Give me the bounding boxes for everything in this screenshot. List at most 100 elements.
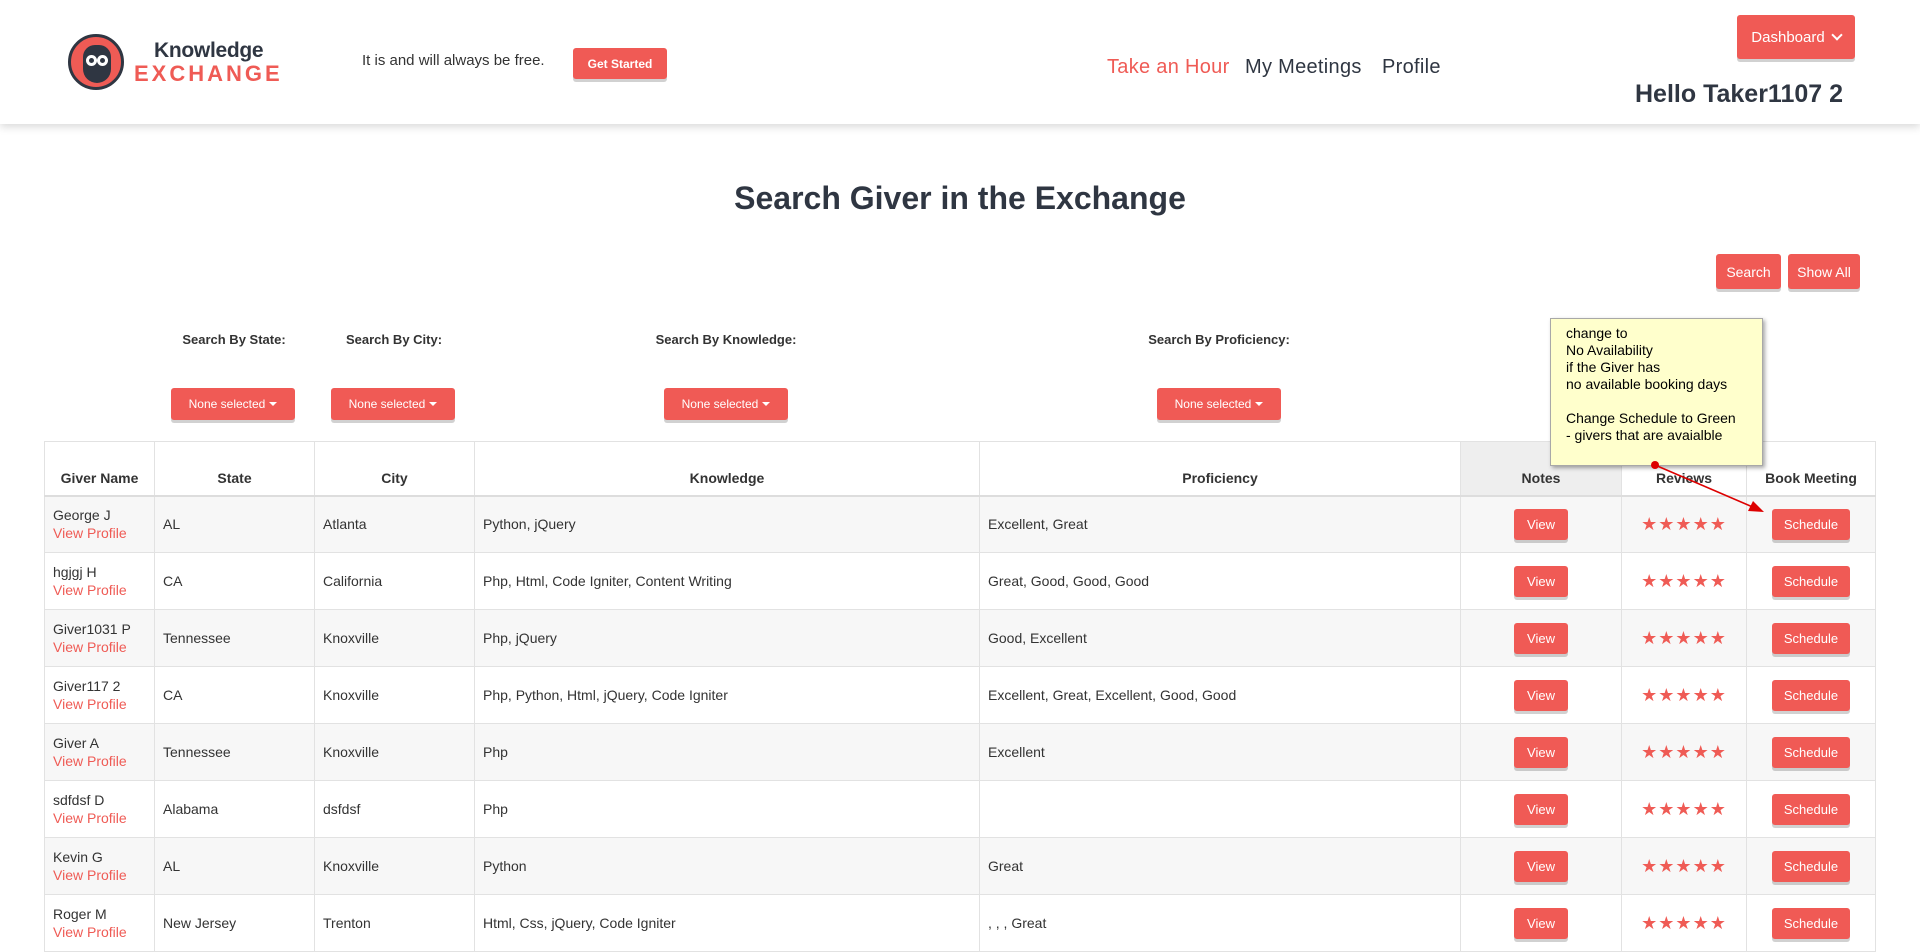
cell-reviews: ★★★★★ [1621,837,1747,895]
cell-book-meeting: Schedule [1746,780,1876,838]
view-notes-button[interactable]: View [1514,508,1568,540]
nav-take-an-hour[interactable]: Take an Hour [1107,56,1230,79]
view-notes-button[interactable]: View [1514,679,1568,711]
cell-proficiency: , , , Great [979,894,1461,952]
view-profile-link[interactable]: View Profile [53,753,146,769]
search-button[interactable]: Search [1716,254,1781,289]
cell-giver: Roger M View Profile [44,894,155,952]
caret-down-icon [429,402,438,406]
filter-knowledge-dropdown[interactable]: None selected [664,388,788,420]
cell-reviews: ★★★★★ [1621,495,1747,553]
view-profile-link[interactable]: View Profile [53,525,146,541]
col-knowledge[interactable]: Knowledge [474,441,980,497]
view-notes-button[interactable]: View [1514,850,1568,882]
filter-knowledge-label: Search By Knowledge: [655,332,797,347]
cell-knowledge: Html, Css, jQuery, Code Igniter [474,894,980,952]
caret-down-icon [269,402,278,406]
filter-proficiency-dropdown[interactable]: None selected [1157,388,1281,420]
cell-notes: View [1460,552,1622,610]
filter-proficiency-label: Search By Proficiency: [1148,332,1290,347]
cell-giver: George J View Profile [44,495,155,553]
cell-proficiency: Good, Excellent [979,609,1461,667]
show-all-button[interactable]: Show All [1788,254,1860,289]
cell-knowledge: Php, Html, Code Igniter, Content Writing [474,552,980,610]
view-notes-button[interactable]: View [1514,622,1568,654]
cell-knowledge: Php [474,780,980,838]
cell-book-meeting: Schedule [1746,723,1876,781]
schedule-button[interactable]: Schedule [1772,508,1850,540]
star-rating-icon: ★★★★★ [1641,684,1727,705]
giver-name: hgjgj H [53,564,97,580]
view-profile-link[interactable]: View Profile [53,810,146,826]
filter-city-value: None selected [348,397,426,411]
cell-notes: View [1460,495,1622,553]
schedule-button[interactable]: Schedule [1772,679,1850,711]
view-profile-link[interactable]: View Profile [53,582,146,598]
cell-giver: sdfdsf D View Profile [44,780,155,838]
col-proficiency[interactable]: Proficiency [979,441,1461,497]
logo[interactable]: Knowledge EXCHANGE [68,33,283,91]
schedule-button[interactable]: Schedule [1772,850,1850,882]
cell-city: dsfdsf [314,780,475,838]
cell-book-meeting: Schedule [1746,894,1876,952]
view-notes-button[interactable]: View [1514,565,1568,597]
star-rating-icon: ★★★★★ [1641,798,1727,819]
view-notes-button[interactable]: View [1514,793,1568,825]
cell-city: California [314,552,475,610]
schedule-button[interactable]: Schedule [1772,736,1850,768]
get-started-button[interactable]: Get Started [573,48,667,79]
schedule-button[interactable]: Schedule [1772,793,1850,825]
table-row: hgjgj H View Profile CA California Php, Html… [44,552,1876,610]
view-notes-button[interactable]: View [1514,736,1568,768]
view-profile-link[interactable]: View Profile [53,924,146,940]
cell-proficiency: Excellent, Great, Excellent, Good, Good [979,666,1461,724]
cell-book-meeting: Schedule [1746,552,1876,610]
table-row: George J View Profile AL Atlanta Python, jQu… [44,495,1876,553]
logo-line-2: EXCHANGE [134,60,283,86]
view-notes-button[interactable]: View [1514,907,1568,939]
filter-state-label: Search By State: [182,332,286,347]
dashboard-button[interactable]: Dashboard [1737,15,1855,59]
giver-name: Giver A [53,735,99,751]
caret-down-icon [1255,402,1264,406]
table-row: Giver117 2 View Profile CA Knoxville Php, Py… [44,666,1876,724]
cell-proficiency: Great [979,837,1461,895]
cell-knowledge: Php [474,723,980,781]
givers-table: Giver Name State City Knowledge Proficie… [44,441,1876,952]
cell-reviews: ★★★★★ [1621,666,1747,724]
schedule-button[interactable]: Schedule [1772,907,1850,939]
cell-giver: Kevin G View Profile [44,837,155,895]
filter-city-label: Search By City: [345,332,443,347]
star-rating-icon: ★★★★★ [1641,912,1727,933]
cell-giver: hgjgj H View Profile [44,552,155,610]
filter-state-value: None selected [188,397,266,411]
col-giver-name[interactable]: Giver Name [44,441,155,497]
giver-name: Roger M [53,906,107,922]
cell-knowledge: Php, jQuery [474,609,980,667]
cell-notes: View [1460,723,1622,781]
cell-book-meeting: Schedule [1746,837,1876,895]
cell-notes: View [1460,780,1622,838]
view-profile-link[interactable]: View Profile [53,867,146,883]
filter-state-dropdown[interactable]: None selected [171,388,295,420]
cell-book-meeting: Schedule [1746,609,1876,667]
cell-reviews: ★★★★★ [1621,780,1747,838]
schedule-button[interactable]: Schedule [1772,622,1850,654]
filter-city-dropdown[interactable]: None selected [331,388,455,420]
nav-profile[interactable]: Profile [1382,56,1441,79]
view-profile-link[interactable]: View Profile [53,696,146,712]
col-city[interactable]: City [314,441,475,497]
col-state[interactable]: State [154,441,315,497]
site-header: Knowledge EXCHANGE It is and will always… [0,0,1920,124]
filter-proficiency-value: None selected [1174,397,1252,411]
nav-my-meetings[interactable]: My Meetings [1245,56,1362,79]
schedule-button[interactable]: Schedule [1772,565,1850,597]
cell-book-meeting: Schedule [1746,666,1876,724]
star-rating-icon: ★★★★★ [1641,741,1727,762]
cell-city: Knoxville [314,723,475,781]
cell-knowledge: Php, Python, Html, jQuery, Code Igniter [474,666,980,724]
view-profile-link[interactable]: View Profile [53,639,146,655]
col-book-meeting[interactable]: Book Meeting [1746,441,1876,497]
filter-knowledge-value: None selected [681,397,759,411]
cell-knowledge: Python, jQuery [474,495,980,553]
